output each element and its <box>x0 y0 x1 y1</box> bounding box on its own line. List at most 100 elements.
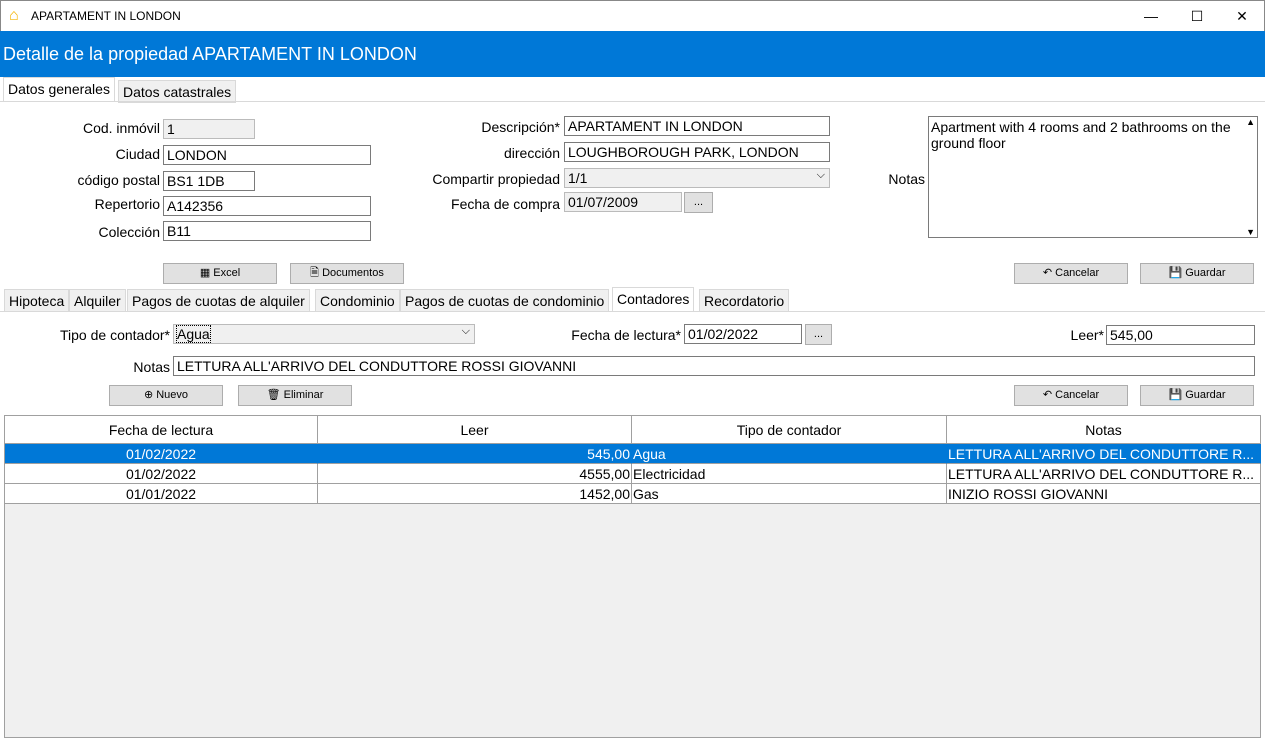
direccion-field[interactable]: LOUGHBOROUGH PARK, LONDON <box>564 142 830 162</box>
minimize-button[interactable]: — <box>1131 5 1171 27</box>
descripcion-label: Descripción* <box>481 119 560 135</box>
tipo-label: Tipo de contador* <box>60 327 170 343</box>
direccion-label: dirección <box>503 145 560 161</box>
fecha-compra-field[interactable]: 01/07/2009 <box>564 192 682 212</box>
scroll-up-icon[interactable]: ▲ <box>1246 117 1255 127</box>
compartir-select[interactable]: 1/1 ⌵ <box>564 168 830 188</box>
cancelar-label: Cancelar <box>1055 389 1100 401</box>
fecha-compra-label: Fecha de compra <box>451 196 560 212</box>
documentos-label: Documentos <box>322 267 384 279</box>
document-icon: 🗎 <box>310 267 323 279</box>
cp-label: código postal <box>77 172 160 188</box>
page-title: Detalle de la propiedad APARTAMENT IN LO… <box>0 31 1265 77</box>
nuevo-label: Nuevo <box>156 389 189 401</box>
table-row[interactable]: 01/02/2022 545,00 Agua LETTURA ALL'ARRIV… <box>5 444 1261 464</box>
tab-datos-generales[interactable]: Datos generales <box>3 77 115 102</box>
cell: 01/02/2022 <box>5 464 318 484</box>
cell: INIZIO ROSSI GIOVANNI <box>947 484 1261 504</box>
close-button[interactable]: ✕ <box>1222 5 1262 27</box>
tipo-select[interactable]: Agua ⌵ <box>173 324 475 344</box>
table-header: Fecha de lectura Leer Tipo de contador N… <box>5 416 1261 444</box>
notas-text: Apartment with 4 rooms and 2 bathrooms o… <box>931 119 1231 151</box>
cod-field[interactable]: 1 <box>163 119 255 139</box>
fecha-compra-picker-button[interactable]: ... <box>684 192 713 213</box>
excel-button[interactable]: ▦ Excel <box>163 263 277 284</box>
excel-icon: ▦ <box>199 267 214 279</box>
column-header[interactable]: Notas <box>947 416 1261 444</box>
eliminar-label: Eliminar <box>283 389 324 401</box>
contador-notas-field[interactable]: LETTURA ALL'ARRIVO DEL CONDUTTORE ROSSI … <box>173 356 1255 376</box>
scroll-down-icon[interactable]: ▼ <box>1246 227 1255 237</box>
cell: 1452,00 <box>318 484 632 504</box>
save-icon: 💾 <box>1168 267 1186 279</box>
tipo-value: Agua <box>176 325 211 343</box>
tab-contadores[interactable]: Contadores <box>612 287 695 312</box>
descripcion-field[interactable]: APARTAMENT IN LONDON <box>564 116 830 136</box>
contador-cancelar-button[interactable]: ↶ Cancelar <box>1014 385 1128 406</box>
cell: Gas <box>632 484 947 504</box>
plus-circle-icon: ⊕ <box>143 389 157 401</box>
fecha-lectura-field[interactable]: 01/02/2022 <box>684 324 802 344</box>
leer-label: Leer* <box>1070 327 1104 343</box>
compartir-label: Compartir propiedad <box>432 171 560 187</box>
undo-icon: ↶ <box>1042 389 1056 401</box>
divider <box>0 311 1265 312</box>
notas-textarea[interactable]: Apartment with 4 rooms and 2 bathrooms o… <box>928 116 1258 238</box>
fecha-lectura-label: Fecha de lectura* <box>571 327 681 343</box>
cod-label: Cod. inmóvil <box>82 120 160 136</box>
contador-guardar-button[interactable]: 💾 Guardar <box>1140 385 1254 406</box>
tab-hipoteca[interactable]: Hipoteca <box>4 289 70 312</box>
column-header[interactable]: Fecha de lectura <box>5 416 318 444</box>
trash-icon: 🗑 <box>266 389 284 401</box>
nuevo-button[interactable]: ⊕ Nuevo <box>109 385 223 406</box>
excel-label: Excel <box>213 267 241 279</box>
repertorio-field[interactable]: A142356 <box>163 196 371 216</box>
divider <box>0 101 1265 102</box>
guardar-label: Guardar <box>1185 267 1226 279</box>
column-header[interactable]: Leer <box>318 416 632 444</box>
cell: 545,00 <box>318 444 632 464</box>
coleccion-field[interactable]: B11 <box>163 221 371 241</box>
leer-field[interactable]: 545,00 <box>1106 325 1255 345</box>
eliminar-button[interactable]: 🗑 Eliminar <box>238 385 352 406</box>
fecha-lectura-picker-button[interactable]: ... <box>805 324 832 345</box>
tab-datos-catastrales[interactable]: Datos catastrales <box>118 80 237 103</box>
chevron-down-icon: ⌵ <box>816 169 825 181</box>
tab-pagos-condominio[interactable]: Pagos de cuotas de condominio <box>400 289 610 312</box>
save-icon: 💾 <box>1168 389 1186 401</box>
repertorio-label: Repertorio <box>94 196 160 212</box>
tab-recordatorio[interactable]: Recordatorio <box>699 289 790 312</box>
compartir-value: 1/1 <box>568 170 588 186</box>
home-icon: ⌂ <box>9 7 19 24</box>
title-bar: ⌂ APARTAMENT IN LONDON — ☐ ✕ <box>0 0 1265 31</box>
tab-alquiler[interactable]: Alquiler <box>69 289 126 312</box>
documentos-button[interactable]: 🗎 Documentos <box>290 263 404 284</box>
tab-pagos-alquiler[interactable]: Pagos de cuotas de alquiler <box>127 289 310 312</box>
ciudad-field[interactable]: LONDON <box>163 145 371 165</box>
table-row[interactable]: 01/01/2022 1452,00 Gas INIZIO ROSSI GIOV… <box>5 484 1261 504</box>
table-row[interactable]: 01/02/2022 4555,00 Electricidad LETTURA … <box>5 464 1261 484</box>
cp-field[interactable]: BS1 1DB <box>163 171 255 191</box>
window-title: APARTAMENT IN LONDON <box>31 9 181 23</box>
cell: 01/02/2022 <box>5 444 318 464</box>
contadores-table[interactable]: Fecha de lectura Leer Tipo de contador N… <box>4 415 1261 738</box>
cell: 01/01/2022 <box>5 484 318 504</box>
guardar-label: Guardar <box>1185 389 1226 401</box>
cell: Electricidad <box>632 464 947 484</box>
ciudad-label: Ciudad <box>115 146 160 162</box>
cell: LETTURA ALL'ARRIVO DEL CONDUTTORE R... <box>947 464 1261 484</box>
guardar-button[interactable]: 💾 Guardar <box>1140 263 1254 284</box>
cell: 4555,00 <box>318 464 632 484</box>
cancelar-label: Cancelar <box>1055 267 1100 279</box>
cell: LETTURA ALL'ARRIVO DEL CONDUTTORE R... <box>947 444 1261 464</box>
chevron-down-icon: ⌵ <box>461 325 470 337</box>
maximize-button[interactable]: ☐ <box>1177 5 1217 27</box>
column-header[interactable]: Tipo de contador <box>632 416 947 444</box>
cancelar-button[interactable]: ↶ Cancelar <box>1014 263 1128 284</box>
tab-condominio[interactable]: Condominio <box>315 289 400 312</box>
cell: Agua <box>632 444 947 464</box>
notas-label: Notas <box>888 171 925 187</box>
contador-notas-label: Notas <box>133 359 170 375</box>
coleccion-label: Colección <box>98 224 160 240</box>
undo-icon: ↶ <box>1042 267 1056 279</box>
